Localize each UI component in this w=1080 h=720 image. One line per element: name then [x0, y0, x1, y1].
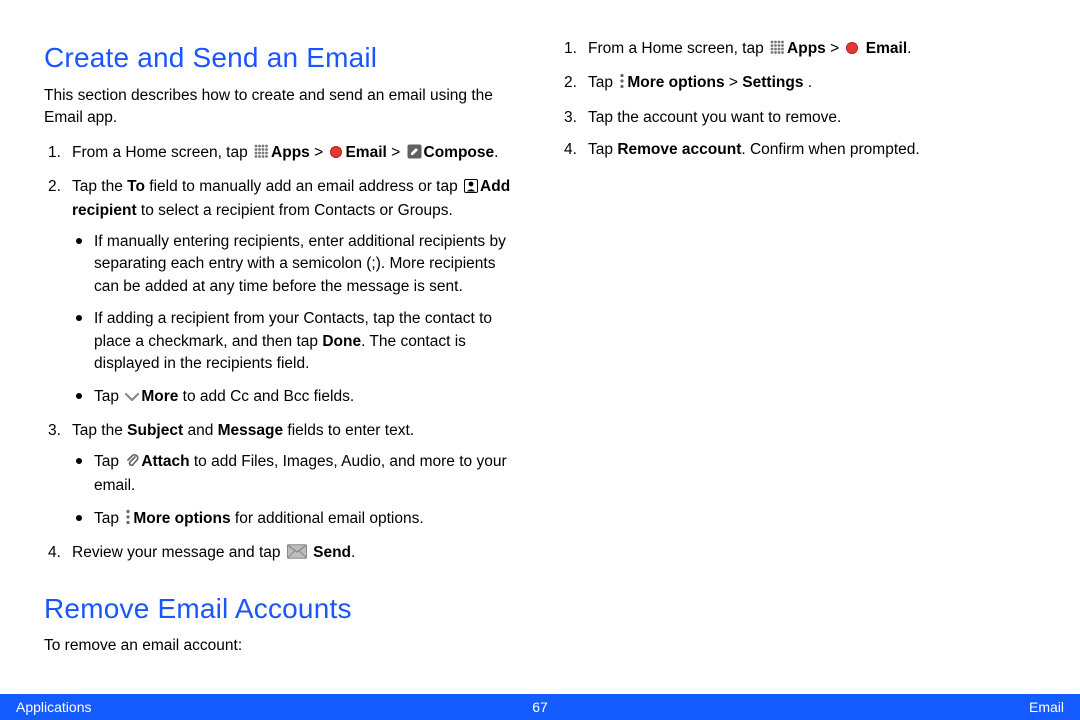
text: . Confirm when prompted.	[741, 141, 919, 158]
heading-create-send: Create and Send an Email	[44, 38, 520, 79]
to-label: To	[127, 178, 145, 195]
step-2: Tap the To field to manually add an emai…	[44, 176, 520, 410]
text: Review your message and tap	[72, 544, 285, 561]
footer-topic: Email	[548, 699, 1064, 715]
r-step-4: Tap Remove account. Confirm when prompte…	[560, 139, 1036, 161]
attach-label: Attach	[141, 453, 189, 470]
apps-label: Apps	[787, 40, 826, 57]
text: and	[183, 422, 217, 439]
more-options-icon	[619, 73, 625, 96]
bullet-2b: If adding a recipient from your Contacts…	[72, 308, 520, 375]
bullet-3b: Tap More options for additional email op…	[72, 508, 520, 532]
intro-create-send: This section describes how to create and…	[44, 85, 520, 130]
send-label: Send	[313, 544, 351, 561]
text: Tap	[588, 141, 617, 158]
email-label: Email	[866, 40, 907, 57]
heading-remove-accounts: Remove Email Accounts	[44, 589, 520, 630]
period: .	[907, 40, 911, 57]
compose-label: Compose	[424, 144, 495, 161]
more-options-label: More options	[133, 510, 230, 527]
steps-create-send: From a Home screen, tap Apps > Email > C…	[44, 142, 520, 567]
sep: >	[387, 144, 405, 161]
text: for additional email options.	[231, 510, 424, 527]
more-options-label: More options	[627, 74, 724, 91]
step-3: Tap the Subject and Message fields to en…	[44, 420, 520, 532]
message-label: Message	[218, 422, 283, 439]
r-step-2: Tap More options > Settings .	[560, 72, 1036, 96]
step-1: From a Home screen, tap Apps > Email > C…	[44, 142, 520, 166]
subject-label: Subject	[127, 422, 183, 439]
step-2-bullets: If manually entering recipients, enter a…	[72, 231, 520, 410]
text: Tap	[94, 388, 123, 405]
text: to add Cc and Bcc fields.	[178, 388, 354, 405]
page-content: Create and Send an Email This section de…	[44, 38, 1036, 676]
text: Tap	[94, 510, 123, 527]
apps-grid-icon	[254, 144, 269, 166]
text: Tap the	[72, 422, 127, 439]
bullet-2a: If manually entering recipients, enter a…	[72, 231, 520, 298]
text: From a Home screen, tap	[588, 40, 768, 57]
r-step-1: From a Home screen, tap Apps > Email.	[560, 38, 1036, 62]
email-red-dot-icon	[845, 40, 859, 62]
text: to select a recipient from Contacts or G…	[137, 202, 453, 219]
more-label: More	[141, 388, 178, 405]
text: fields to enter text.	[283, 422, 414, 439]
apps-label: Apps	[271, 144, 310, 161]
paperclip-icon	[125, 453, 139, 475]
sep: >	[725, 74, 743, 91]
apps-grid-icon	[770, 40, 785, 62]
more-options-icon	[125, 509, 131, 532]
steps-remove: From a Home screen, tap Apps > Email. Ta…	[560, 38, 1036, 162]
r-step-3: Tap the account you want to remove.	[560, 107, 1036, 129]
email-red-dot-icon	[329, 144, 343, 166]
send-envelope-icon	[287, 544, 307, 566]
remove-account-label: Remove account	[617, 141, 741, 158]
bullet-2c: Tap More to add Cc and Bcc fields.	[72, 386, 520, 410]
email-label: Email	[345, 144, 386, 161]
settings-label: Settings	[742, 74, 803, 91]
intro-remove: To remove an email account:	[44, 635, 520, 657]
compose-pencil-icon	[407, 144, 422, 166]
chevron-down-icon	[125, 388, 139, 410]
manual-page: Create and Send an Email This section de…	[0, 0, 1080, 720]
step-3-bullets: Tap Attach to add Files, Images, Audio, …	[72, 451, 520, 532]
done-label: Done	[322, 333, 361, 350]
text: field to manually add an email address o…	[145, 178, 462, 195]
bullet-3a: Tap Attach to add Files, Images, Audio, …	[72, 451, 520, 498]
text: Tap	[94, 453, 123, 470]
footer-page-number: 67	[532, 699, 548, 715]
text: From a Home screen, tap	[72, 144, 252, 161]
text: Tap	[588, 74, 617, 91]
page-footer: Applications 67 Email	[0, 694, 1080, 720]
sep: >	[826, 40, 844, 57]
footer-section: Applications	[16, 699, 532, 715]
text: .	[803, 74, 812, 91]
text: Tap the	[72, 178, 127, 195]
sep: >	[310, 144, 328, 161]
period: .	[494, 144, 498, 161]
contact-icon	[464, 178, 478, 200]
step-4: Review your message and tap Send.	[44, 542, 520, 566]
period: .	[351, 544, 355, 561]
